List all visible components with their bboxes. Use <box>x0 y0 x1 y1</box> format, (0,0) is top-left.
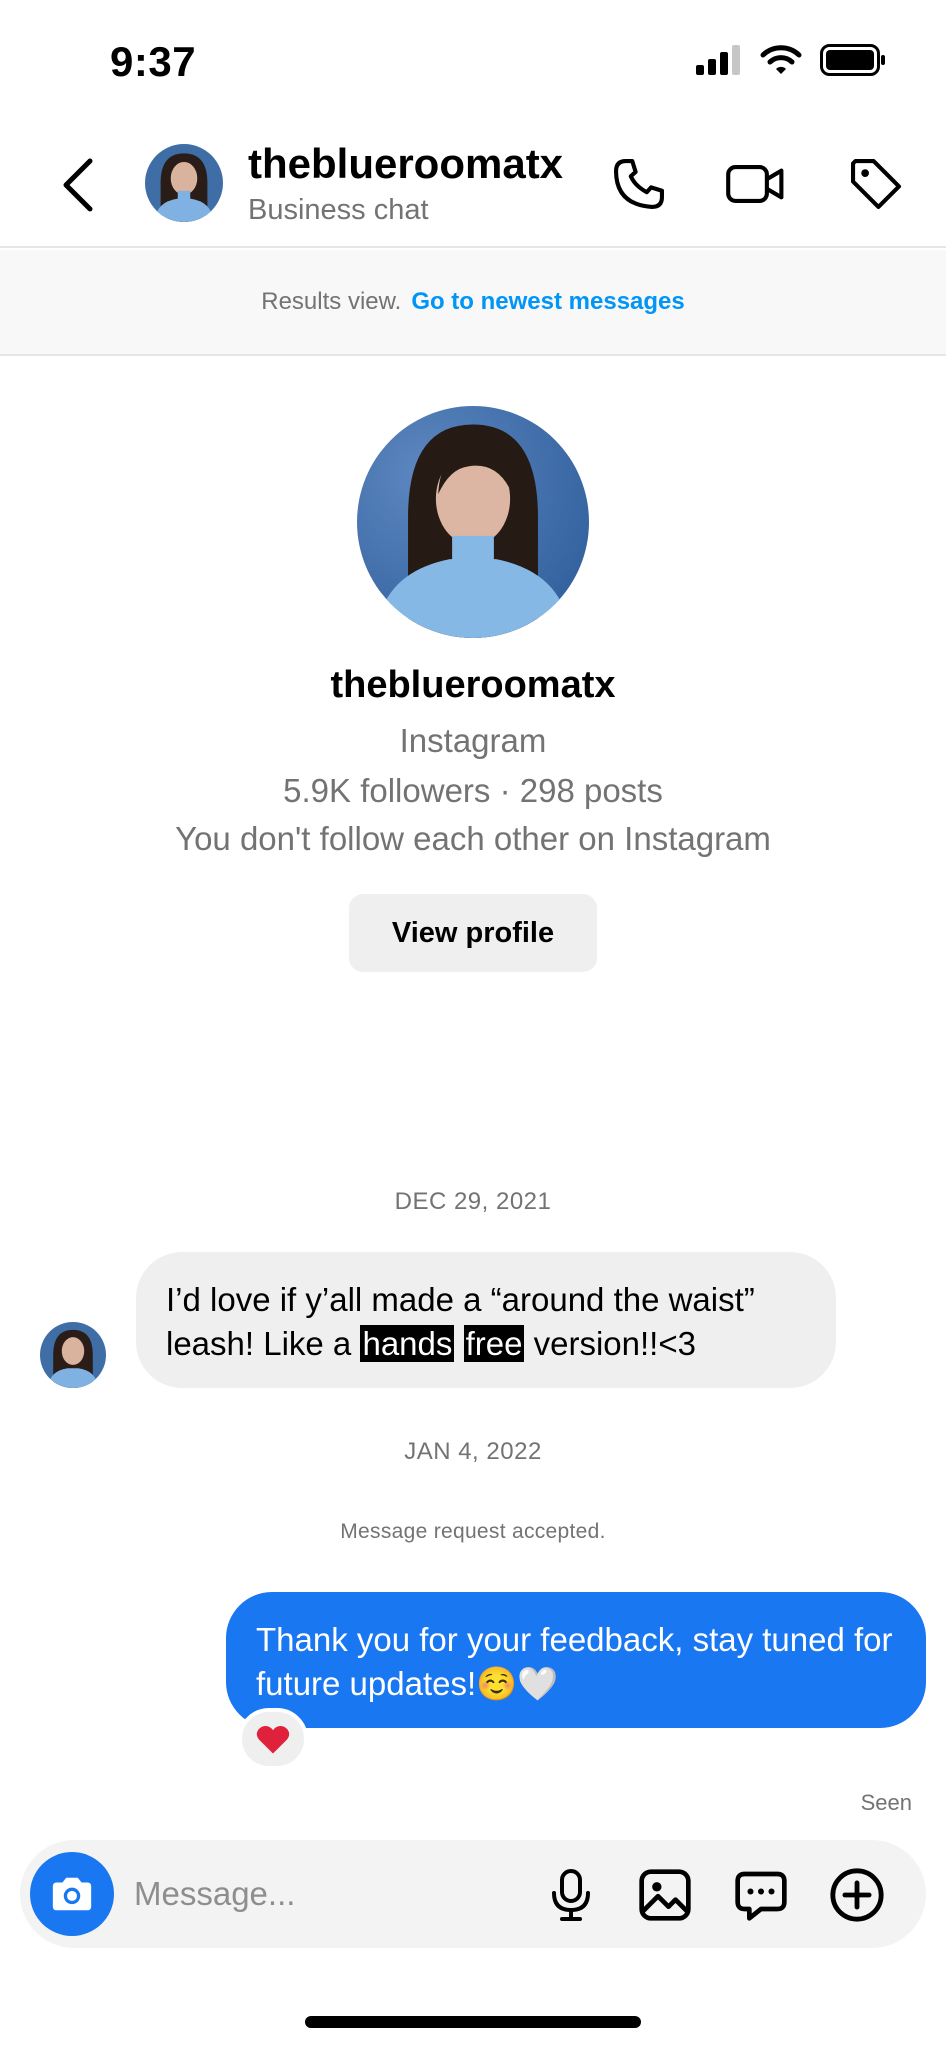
outgoing-message-text: Thank you for your feedback, stay tuned … <box>256 1621 893 1702</box>
audio-call-button[interactable] <box>603 148 675 220</box>
red-heart-icon <box>256 1725 290 1754</box>
camera-icon <box>52 1877 92 1911</box>
tag-icon <box>850 158 902 210</box>
more-actions-button[interactable] <box>826 1864 888 1926</box>
camera-button[interactable] <box>30 1852 114 1936</box>
status-bar: 9:37 <box>0 0 946 120</box>
video-call-button[interactable] <box>720 148 792 220</box>
battery-icon <box>820 44 885 76</box>
date-separator: JAN 4, 2022 <box>404 1438 542 1465</box>
system-message: Message request accepted. <box>340 1520 606 1543</box>
profile-relationship: You don't follow each other on Instagram <box>175 820 771 857</box>
chat-bubble-icon <box>735 1871 787 1921</box>
profile-platform: Instagram <box>399 722 547 759</box>
incoming-message-text-end: version!!<3 <box>524 1325 696 1362</box>
plus-circle-icon <box>830 1868 884 1922</box>
date-separator: DEC 29, 2021 <box>394 1188 552 1215</box>
chevron-left-icon <box>63 158 93 212</box>
voice-message-button[interactable] <box>540 1864 602 1926</box>
profile-stats: 5.9K followers · 298 posts <box>283 772 663 809</box>
cellular-signal-icon <box>696 45 740 75</box>
profile-avatar-image <box>357 406 589 638</box>
header-username[interactable]: theblueroomatx <box>248 140 563 188</box>
heart-reaction[interactable]: ❤️ <box>238 1708 308 1770</box>
video-camera-icon <box>726 165 784 203</box>
outgoing-message-bubble[interactable]: Thank you for your feedback, stay tuned … <box>226 1592 926 1728</box>
results-view-text: Results view. <box>261 288 402 315</box>
phone-icon <box>613 158 665 210</box>
incoming-message-bubble[interactable]: I’d love if y’all made a “around the wai… <box>136 1252 836 1388</box>
profile-avatar[interactable] <box>357 406 589 638</box>
header-avatar[interactable] <box>145 144 223 222</box>
results-view-banner: Results view. Go to newest messages <box>0 250 946 356</box>
message-composer <box>20 1840 926 1948</box>
search-highlight: free <box>463 1325 525 1362</box>
profile-username: theblueroomatx <box>330 664 616 706</box>
tag-button[interactable] <box>840 148 912 220</box>
gallery-button[interactable] <box>634 1864 696 1926</box>
back-button[interactable] <box>52 150 102 220</box>
chat-header: theblueroomatx Business chat <box>0 120 946 248</box>
header-subtitle: Business chat <box>248 194 429 226</box>
wifi-icon <box>760 45 802 74</box>
view-profile-button[interactable]: View profile <box>349 894 597 972</box>
go-to-newest-link[interactable]: Go to newest messages <box>411 288 684 316</box>
home-indicator[interactable] <box>305 2016 641 2028</box>
message-input[interactable] <box>134 1868 514 1920</box>
status-icons <box>696 44 886 76</box>
sticker-button[interactable] <box>730 1864 792 1926</box>
image-icon <box>639 1869 691 1921</box>
sender-avatar[interactable] <box>40 1322 106 1388</box>
microphone-icon <box>552 1869 590 1921</box>
status-time: 9:37 <box>110 38 197 85</box>
sender-avatar-image <box>40 1322 106 1388</box>
seen-receipt: Seen <box>860 1790 912 1815</box>
search-highlight: hands <box>360 1325 455 1362</box>
avatar-image <box>145 144 223 222</box>
